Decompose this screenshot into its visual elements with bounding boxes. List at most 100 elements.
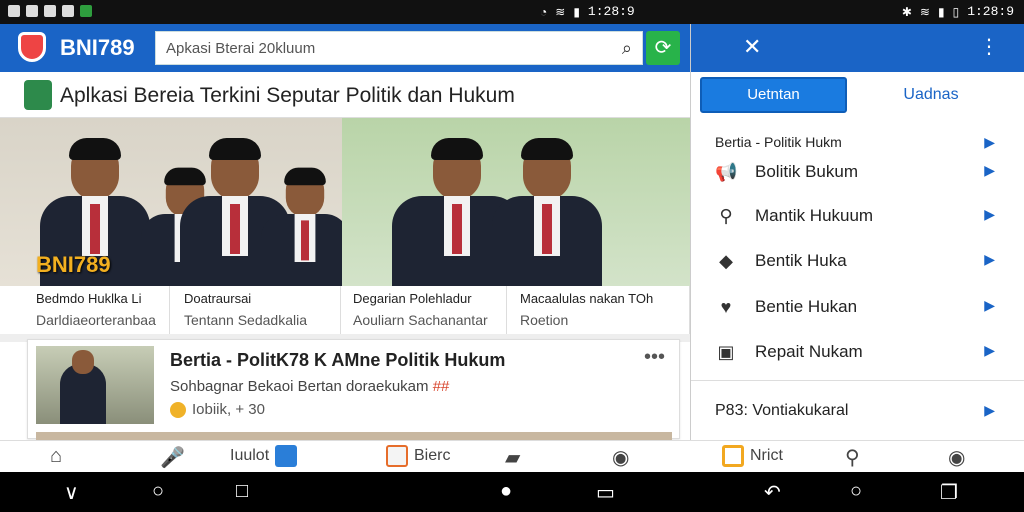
caption-title: Doatraursai — [184, 291, 252, 306]
next-card-preview — [36, 432, 672, 440]
wifi-icon: ≋ — [555, 4, 566, 19]
grid-icon — [275, 445, 298, 467]
signal-icon: ▮ — [573, 4, 580, 19]
search-icon[interactable]: ⌕ — [622, 38, 632, 59]
bluetooth-icon: ✱ — [901, 4, 912, 19]
nav-profile[interactable]: ◉ — [612, 445, 629, 470]
recents-icon[interactable]: ❐ — [940, 480, 958, 505]
drawer-item-label: Bolitik Bukum — [755, 162, 858, 181]
notification-icons — [8, 5, 92, 17]
wifi-icon: ≋ — [919, 4, 930, 19]
caption-title: Bedmdo Huklka Li — [36, 291, 142, 306]
nav-bookmark[interactable]: Nrict — [722, 445, 783, 467]
comment-icon: ▰ — [505, 447, 521, 469]
drawer-footer-label: P83: Vontiakukaral — [715, 402, 849, 419]
caption-item[interactable]: Macaalulas nakan TOh Roetion — [512, 286, 690, 334]
chevron-right-icon: ▶ — [984, 251, 995, 267]
news-icon — [386, 445, 408, 467]
chevron-right-icon: ▶ — [984, 206, 995, 222]
notification-icon — [8, 5, 20, 17]
drawer-item[interactable]: ⚲ Mantik Hukuum ▶ — [691, 194, 1024, 238]
profile-icon: ◉ — [948, 447, 966, 469]
caption-item[interactable]: Degarian Polehladur Aouliarn Sachanantar — [345, 286, 507, 334]
status-bar: ◔ ≋ ▮ 1:28:9 ✱ ≋ ▮ ▯ 1:28:9 — [0, 0, 1024, 24]
caption-subtitle: Tentann Sedadkalia — [184, 312, 307, 328]
clock: 1:28:9 — [967, 4, 1014, 19]
nav-search[interactable]: Iuulot — [230, 445, 298, 467]
status-right: ✱ ≋ ▮ ▯ 1:28:9 — [902, 4, 1014, 19]
profile-icon: ◉ — [612, 447, 630, 469]
hero-banner[interactable]: BNI789 — [0, 118, 690, 286]
signal-icon: ▮ — [937, 4, 945, 19]
news-subtitle: Sohbagnar Bekaoi Bertan doraekukam ## — [170, 378, 449, 395]
clock-icon — [170, 401, 186, 418]
drawer-item[interactable]: ▣ Repait Nukam ▶ — [691, 330, 1024, 374]
nav-search2[interactable]: ⚲ — [845, 445, 860, 470]
drawer-footer-item[interactable]: P83: Vontiakukaral ▶ — [691, 390, 1024, 434]
news-title: Bertia - PolitK78 K AMne Politik Hukum — [170, 350, 506, 370]
search-input[interactable]: Apkasi Bterai 20kluum ⌕ — [155, 31, 643, 65]
microphone-icon: 🎤 — [160, 447, 185, 469]
chevron-right-icon: ▶ — [984, 134, 995, 150]
notification-icon — [44, 5, 56, 17]
news-meta: Iobiik, + 30 — [170, 401, 265, 418]
tag-icon: ◆ — [719, 251, 733, 271]
notification-icon — [26, 5, 38, 17]
more-options-icon[interactable]: ••• — [644, 346, 665, 369]
app-bar: BNI789 Apkasi Bterai 20kluum ⌕ ⟳ — [0, 24, 690, 72]
refresh-button[interactable]: ⟳ — [646, 31, 680, 65]
notification-icon — [80, 5, 92, 17]
drawer-item-label: Bentik Huka — [755, 251, 847, 270]
back-icon[interactable]: ↶ — [764, 480, 781, 505]
person-figure — [492, 138, 602, 286]
drawer-item-label: Repait Nukam — [755, 342, 863, 361]
nav-mic[interactable]: 🎤 — [160, 445, 185, 470]
kebab-menu-icon[interactable]: ⋮ — [979, 34, 999, 59]
hero-image-left[interactable]: BNI789 — [0, 118, 342, 286]
nav-search-label: Iuulot — [230, 447, 270, 464]
caption-item[interactable]: Bedmdo Huklka Li Darldiaeorteranbaa — [28, 286, 170, 334]
caption-subtitle: Roetion — [520, 312, 569, 328]
side-drawer: ✕ ⋮ Uetntan Uadnas Bertia - Politik Hukm… — [690, 24, 1024, 440]
section-title: Bertia - Politik Hukm — [715, 134, 842, 150]
drawer-item[interactable]: ♥ Bentie Hukan ▶ — [691, 285, 1024, 329]
megaphone-icon: 📢 — [715, 162, 738, 182]
alarm-icon: ◔ — [540, 4, 548, 19]
page-header: Aplkasi Bereia Terkini Seputar Politik d… — [0, 72, 690, 118]
chevron-right-icon: ▶ — [984, 162, 995, 178]
recents-icon[interactable]: ▭ — [596, 480, 615, 505]
brand-watermark: BNI789 — [36, 252, 111, 277]
recents-icon[interactable]: □ — [236, 480, 248, 503]
system-nav-bar: ∨ ○ □ ● ▭ ↶ ○ ❐ — [0, 472, 1024, 512]
assistant-icon[interactable]: ● — [500, 480, 512, 503]
home-circle-icon[interactable]: ○ — [850, 480, 862, 503]
tab-active[interactable]: Uetntan — [700, 77, 847, 113]
nav-news[interactable]: Bierc — [386, 445, 450, 467]
drawer-item[interactable]: 📢 Bolitik Bukum ▶ — [691, 150, 1024, 194]
nav-right-label: Nrict — [750, 447, 783, 464]
emblem-icon — [24, 80, 52, 110]
search-icon: ⚲ — [845, 447, 860, 469]
back-icon[interactable]: ∨ — [64, 480, 79, 505]
home-circle-icon[interactable]: ○ — [152, 480, 164, 503]
person-figure — [261, 167, 342, 286]
news-subtitle-highlight: ## — [432, 378, 450, 395]
chevron-right-icon: ▶ — [984, 402, 995, 418]
battery-icon: ▯ — [952, 4, 960, 19]
nav-account[interactable]: ◉ — [948, 445, 965, 470]
caption-item[interactable]: Doatraursai Tentann Sedadkalia — [176, 286, 341, 334]
nav-home[interactable]: ⌂ — [50, 445, 62, 468]
tab-other[interactable]: Uadnas — [871, 77, 991, 113]
bottom-navigation: ⌂ 🎤 Iuulot Bierc ▰ ◉ Nrict ⚲ ◉ — [0, 440, 1024, 472]
drawer-item[interactable]: ◆ Bentik Huka ▶ — [691, 239, 1024, 283]
caption-title: Degarian Polehladur — [353, 291, 472, 306]
caption-subtitle: Aouliarn Sachanantar — [353, 312, 488, 328]
page-title: Aplkasi Bereia Terkini Seputar Politik d… — [60, 84, 515, 107]
news-subtitle-text: Sohbagnar Bekaoi Bertan doraekukam — [170, 378, 429, 395]
nav-comments[interactable]: ▰ — [505, 445, 520, 470]
chevron-right-icon: ▶ — [984, 342, 995, 358]
search-icon: ⚲ — [719, 206, 733, 226]
hero-image-right[interactable] — [342, 118, 690, 286]
news-card[interactable]: Bertia - PolitK78 K AMne Politik Hukum •… — [27, 339, 680, 440]
close-icon[interactable]: ✕ — [743, 34, 761, 60]
